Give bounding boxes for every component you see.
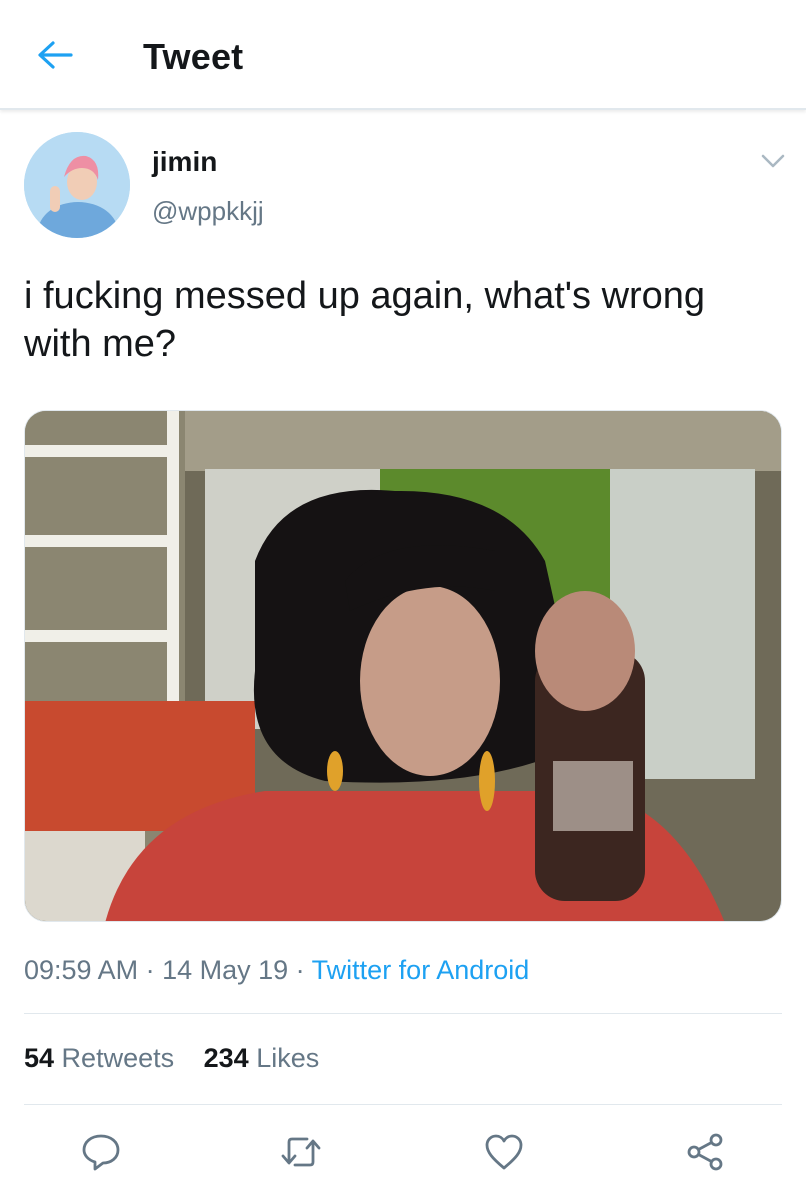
arrow-left-icon bbox=[38, 41, 73, 69]
likes-count: 234 bbox=[203, 1043, 249, 1073]
like-icon bbox=[485, 1134, 523, 1170]
chevron-down-icon bbox=[761, 154, 785, 168]
retweet-icon bbox=[281, 1137, 321, 1167]
action-bar bbox=[0, 1120, 806, 1180]
reply-button[interactable] bbox=[77, 1128, 125, 1176]
tweet-source-link[interactable]: Twitter for Android bbox=[312, 955, 530, 985]
meta-separator: · bbox=[288, 955, 312, 985]
retweets-label: Retweets bbox=[54, 1043, 175, 1073]
divider bbox=[24, 1104, 782, 1105]
retweet-button[interactable] bbox=[277, 1128, 325, 1176]
divider bbox=[24, 1013, 782, 1014]
retweets-stat[interactable]: 54 Retweets bbox=[24, 1043, 174, 1073]
tweet-meta: 09:59 AM · 14 May 19 · Twitter for Andro… bbox=[24, 955, 529, 986]
author-handle[interactable]: @wppkkjj bbox=[152, 196, 264, 227]
avatar[interactable] bbox=[24, 132, 130, 238]
tweet-stats: 54 Retweets 234 Likes bbox=[24, 1043, 341, 1074]
likes-label: Likes bbox=[248, 1043, 320, 1073]
more-options-button[interactable] bbox=[756, 146, 790, 176]
page-title: Tweet bbox=[143, 36, 244, 77]
tweet-time: 09:59 AM bbox=[24, 955, 139, 985]
reply-icon bbox=[82, 1134, 120, 1171]
tweet-date: 14 May 19 bbox=[162, 955, 289, 985]
author-display-name[interactable]: jimin bbox=[152, 146, 217, 178]
retweets-count: 54 bbox=[24, 1043, 55, 1073]
top-bar: Tweet bbox=[0, 0, 806, 110]
likes-stat[interactable]: 234 Likes bbox=[204, 1043, 320, 1073]
tweet-text: i fucking messed up again, what's wrong … bbox=[24, 275, 706, 365]
share-icon bbox=[687, 1133, 723, 1171]
tweet-photo[interactable] bbox=[24, 410, 782, 922]
like-button[interactable] bbox=[480, 1128, 528, 1176]
meta-separator: · bbox=[138, 955, 163, 985]
share-button[interactable] bbox=[681, 1128, 729, 1176]
back-button[interactable] bbox=[30, 32, 80, 78]
